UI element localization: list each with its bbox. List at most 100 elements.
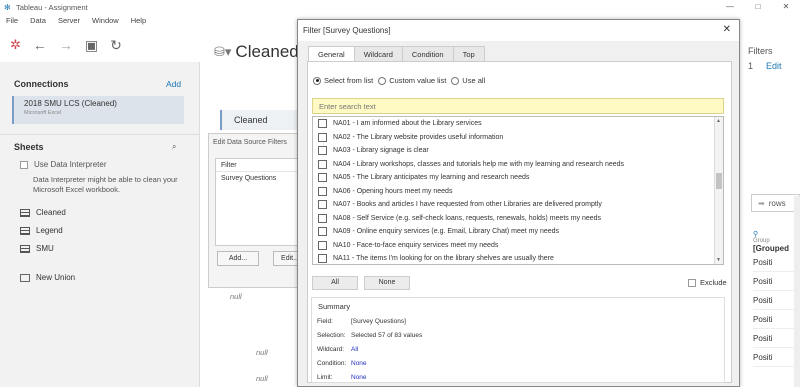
- summary-value: None: [351, 374, 367, 381]
- checkbox[interactable]: [318, 227, 327, 237]
- summary-wildcard-row: Wildcard: All: [317, 346, 358, 353]
- menu-file[interactable]: File: [6, 16, 18, 25]
- list-item[interactable]: NA06 - Opening hours meet my needs: [313, 185, 723, 199]
- pane-divider: [0, 134, 200, 135]
- radio-custom-value-list[interactable]: Custom value list: [378, 76, 446, 85]
- summary-field-row: Field: [Survey Questions]: [317, 318, 406, 325]
- list-item[interactable]: NA10 - Face-to-face enquiry services mee…: [313, 239, 723, 253]
- filters-label: Filters: [748, 46, 773, 56]
- add-connection-link[interactable]: Add: [166, 79, 181, 89]
- filters-list: Filter Survey Questions: [215, 158, 305, 246]
- arrow-right-icon: ➡: [758, 199, 765, 208]
- new-union-item[interactable]: New Union: [20, 273, 75, 282]
- summary-value: Selected 57 of 83 values: [351, 332, 423, 339]
- tab-condition[interactable]: Condition: [401, 46, 454, 62]
- filters-edit-link[interactable]: Edit: [766, 61, 782, 71]
- column-header[interactable]: [Grouped: [753, 244, 800, 253]
- list-item-label: NA01 - I am informed about the Library s…: [333, 120, 482, 128]
- list-item[interactable]: NA02 - The Library website provides usef…: [313, 131, 723, 145]
- null-cell: null: [256, 374, 268, 383]
- radio-dot-icon: [378, 76, 387, 85]
- exclude-option[interactable]: Exclude: [688, 278, 727, 287]
- tab-general[interactable]: General: [308, 46, 355, 62]
- list-item-label: NA02 - The Library website provides usef…: [333, 133, 504, 141]
- scroll-down-icon[interactable]: ▼: [716, 257, 721, 263]
- sheet-grid-icon: [20, 244, 30, 253]
- scroll-thumb[interactable]: [716, 173, 722, 189]
- data-interpreter-row[interactable]: Use Data Interpreter: [20, 160, 106, 169]
- list-item[interactable]: NA11 - The items I'm looking for on the …: [313, 252, 723, 264]
- filter-dialog-title: Filter [Survey Questions]: [303, 26, 391, 35]
- menu-window[interactable]: Window: [92, 16, 119, 25]
- summary-key: Limit:: [317, 374, 333, 381]
- list-item[interactable]: NA05 - The Library anticipates my learni…: [313, 171, 723, 185]
- grid-cell: Positi: [753, 310, 800, 329]
- summary-key: Field:: [317, 318, 333, 325]
- checkbox[interactable]: [318, 200, 327, 210]
- union-icon: [20, 273, 30, 282]
- search-icon[interactable]: ⌕: [172, 142, 176, 152]
- data-interpreter-checkbox[interactable]: [20, 160, 28, 169]
- grid-cell: Positi: [753, 291, 800, 310]
- add-filter-button[interactable]: Add...: [217, 251, 259, 266]
- null-cell: null: [230, 292, 242, 301]
- forward-arrow-icon[interactable]: →: [59, 37, 73, 53]
- close-window-button[interactable]: ✕: [772, 0, 800, 14]
- maximize-button[interactable]: □: [744, 0, 772, 14]
- filter-item[interactable]: Survey Questions: [216, 172, 304, 182]
- checkbox[interactable]: [318, 146, 327, 156]
- checkbox[interactable]: [318, 213, 327, 223]
- exclude-checkbox[interactable]: [688, 278, 696, 287]
- menu-data[interactable]: Data: [30, 16, 46, 25]
- connection-name: 2018 SMU LCS (Cleaned): [24, 99, 117, 108]
- menu-server[interactable]: Server: [58, 16, 80, 25]
- radio-label: Custom value list: [389, 76, 447, 85]
- value-search-input[interactable]: Enter search text: [312, 98, 724, 114]
- checkbox[interactable]: [318, 132, 327, 142]
- sheet-item-legend[interactable]: Legend: [20, 226, 63, 235]
- scroll-up-icon[interactable]: ▲: [716, 118, 721, 124]
- list-item[interactable]: NA07 - Books and articles I have request…: [313, 198, 723, 212]
- checkbox[interactable]: [318, 254, 327, 264]
- checkbox[interactable]: [318, 173, 327, 183]
- datasource-title[interactable]: ⛁▾ Cleaned: [214, 42, 299, 62]
- tab-top[interactable]: Top: [452, 46, 485, 62]
- new-union-label: New Union: [36, 273, 76, 282]
- list-item[interactable]: NA01 - I am informed about the Library s…: [313, 117, 723, 131]
- minimize-button[interactable]: —: [716, 0, 744, 14]
- list-item[interactable]: NA08 - Self Service (e.g. self-check loa…: [313, 212, 723, 226]
- refresh-icon[interactable]: ↻: [110, 37, 122, 54]
- checkbox[interactable]: [318, 186, 327, 196]
- rows-box[interactable]: ➡ rows: [751, 194, 800, 212]
- rows-label: rows: [768, 199, 786, 208]
- left-pane: Connections Add 2018 SMU LCS (Cleaned) M…: [0, 62, 200, 387]
- values-scrollbar[interactable]: ▲ ▼: [714, 117, 723, 264]
- list-item-label: NA09 - Online enquiry services (e.g. Ema…: [333, 228, 560, 236]
- select-all-button[interactable]: All: [312, 276, 358, 290]
- sheet-item-smu[interactable]: SMU: [20, 244, 54, 253]
- connection-item[interactable]: 2018 SMU LCS (Cleaned) Microsoft Excel: [12, 96, 184, 124]
- checkbox[interactable]: [318, 159, 327, 169]
- list-item[interactable]: NA04 - Library workshops, classes and tu…: [313, 158, 723, 172]
- select-none-button[interactable]: None: [364, 276, 410, 290]
- radio-select-from-list[interactable]: Select from list: [313, 76, 373, 85]
- list-item-label: NA07 - Books and articles I have request…: [333, 201, 602, 209]
- dialog-title: Edit Data Source Filters: [213, 139, 287, 146]
- save-icon[interactable]: ▣: [85, 37, 98, 54]
- tableau-logo-icon[interactable]: ✲: [10, 37, 21, 53]
- close-icon[interactable]: ✕: [723, 24, 731, 35]
- checkbox[interactable]: [318, 240, 327, 250]
- grid-cell: Positi: [753, 348, 800, 367]
- list-item[interactable]: NA03 - Library signage is clear: [313, 144, 723, 158]
- menu-help[interactable]: Help: [131, 16, 146, 25]
- back-arrow-icon[interactable]: ←: [33, 37, 47, 53]
- grid-scrollbar[interactable]: [794, 196, 800, 387]
- sheet-item-cleaned[interactable]: Cleaned: [20, 208, 66, 217]
- checkbox[interactable]: [318, 119, 327, 129]
- tab-wildcard[interactable]: Wildcard: [353, 46, 403, 62]
- list-item[interactable]: NA09 - Online enquiry services (e.g. Ema…: [313, 225, 723, 239]
- list-item-label: NA08 - Self Service (e.g. self-check loa…: [333, 214, 602, 222]
- sheets-heading: Sheets: [14, 142, 44, 152]
- edit-datasource-filters-dialog: Edit Data Source Filters Filter Survey Q…: [208, 133, 307, 288]
- radio-use-all[interactable]: Use all: [451, 76, 485, 85]
